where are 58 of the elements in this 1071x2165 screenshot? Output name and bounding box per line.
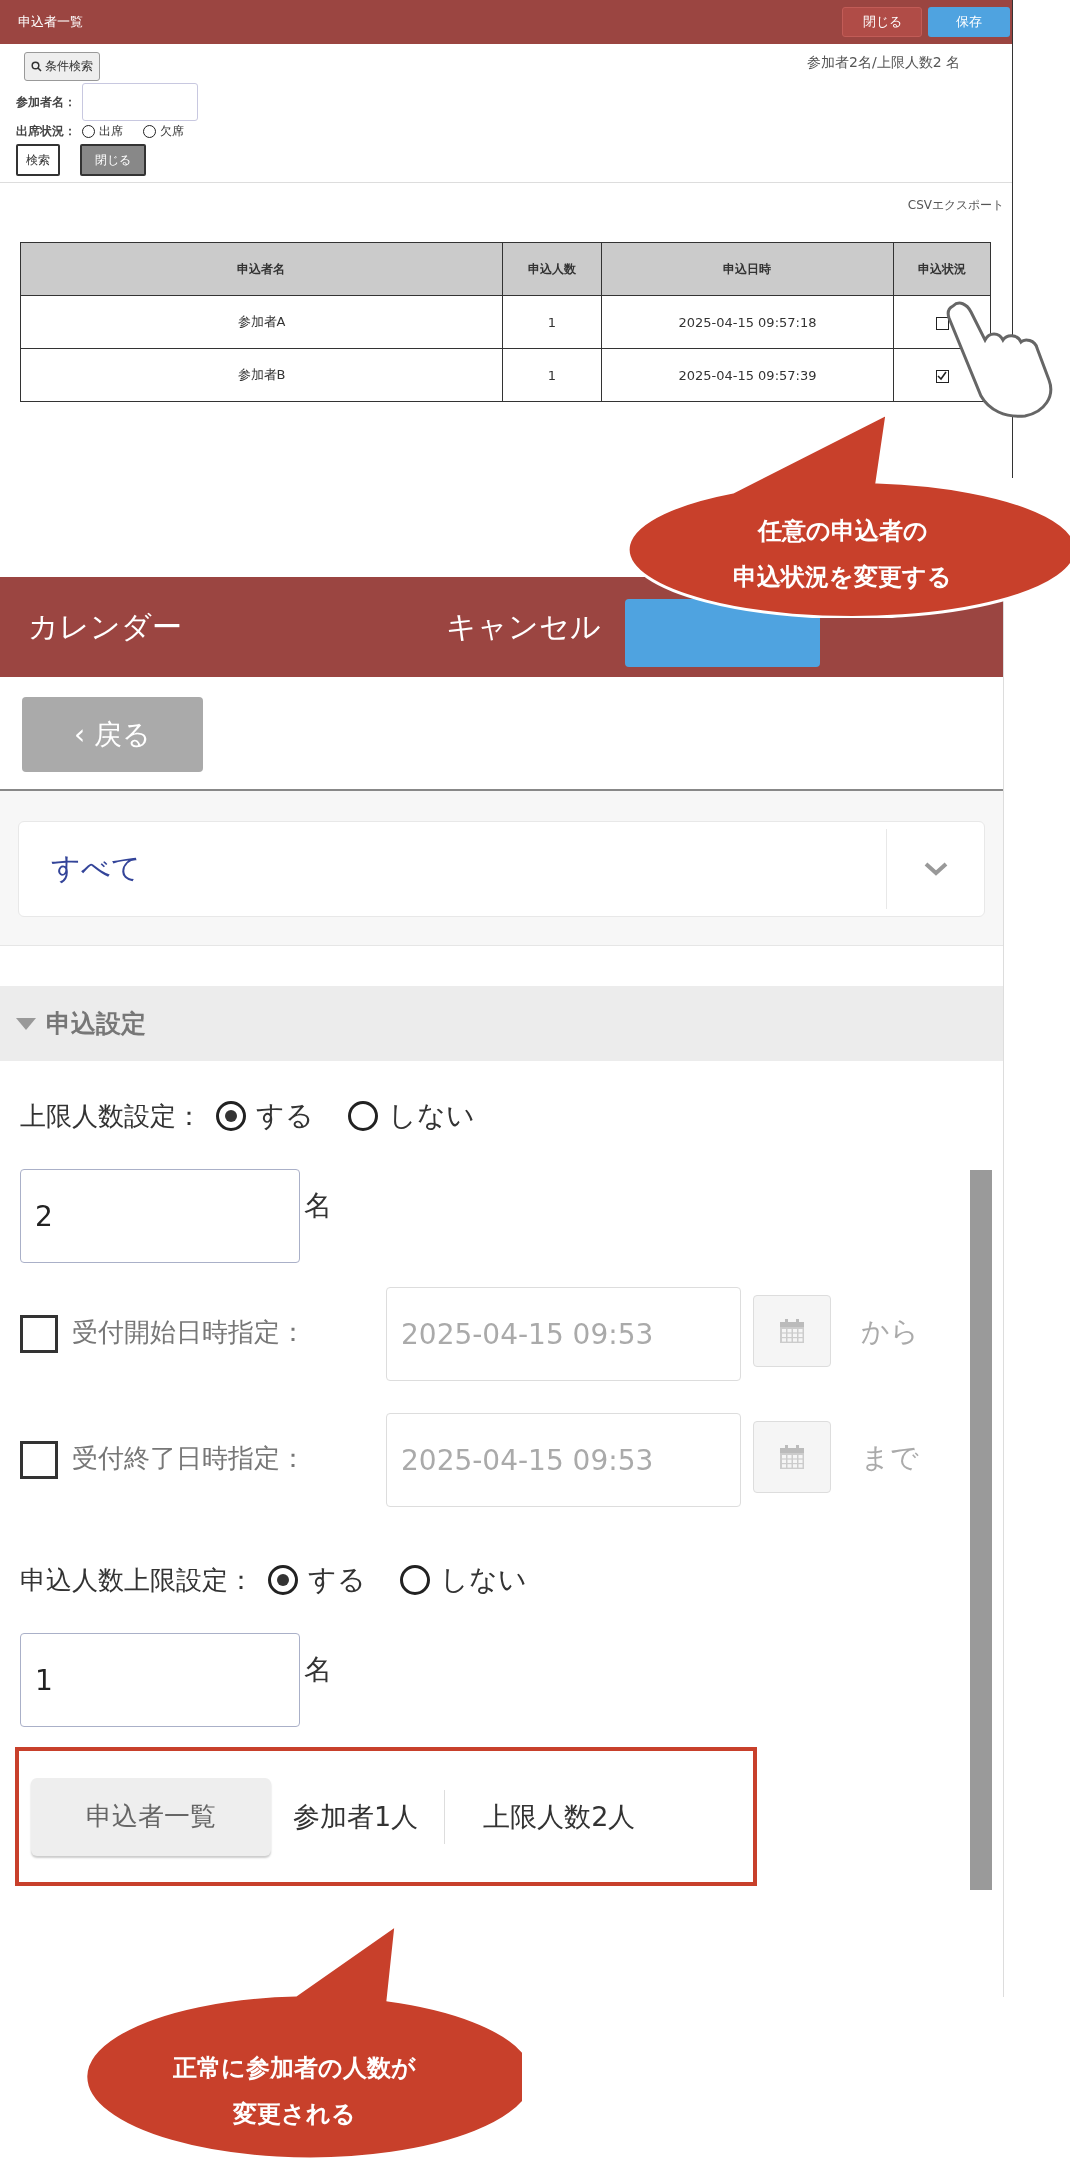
limit-count: 上限人数2人	[482, 1799, 636, 1834]
participant-summary: 参加者2名/上限人数2 名	[807, 54, 960, 72]
close-button[interactable]: 閉じる	[842, 7, 922, 37]
radio-label: 出席	[99, 123, 123, 140]
field-label: 上限人数設定：	[20, 1099, 202, 1133]
radio-button[interactable]	[348, 1101, 378, 1131]
table-cell: 1	[502, 348, 602, 402]
radio-button[interactable]	[268, 1565, 298, 1595]
filter-dropdown[interactable]: すべて	[18, 821, 985, 917]
radio-button[interactable]	[400, 1565, 430, 1595]
number-input-field[interactable]: 1	[20, 1633, 300, 1727]
callout-text: 任意の申込者の 申込状況を変更する	[732, 516, 953, 593]
field-label: 申込人数上限設定：	[20, 1563, 254, 1597]
unit-label: 名	[304, 1652, 332, 1688]
unit-label: 名	[304, 1188, 332, 1224]
checkbox[interactable]	[20, 1441, 58, 1479]
field-label: 出席状況：	[16, 123, 76, 140]
scrollbar[interactable]	[970, 1170, 992, 1890]
radio-button[interactable]	[216, 1101, 246, 1131]
checkbox[interactable]	[20, 1315, 58, 1353]
radio-label: する	[256, 1098, 314, 1134]
applicant-list-button[interactable]: 申込者一覧	[31, 1777, 271, 1856]
table-cell: 参加者A	[20, 295, 503, 349]
column-header: 申込人数	[502, 242, 602, 296]
column-header: 申込状況	[893, 242, 991, 296]
suffix-label: から	[861, 1314, 919, 1350]
window-title: 申込者一覧	[18, 13, 84, 31]
callout-text: 正常に参加者の人数が 変更される	[171, 2053, 417, 2130]
table-cell: 2025-04-15 09:57:18	[601, 295, 894, 349]
table-cell: 参加者B	[20, 348, 503, 402]
radio-label: しない	[388, 1098, 475, 1134]
name-input-field[interactable]	[82, 83, 198, 121]
column-header: 申込者名	[20, 242, 503, 296]
search-button[interactable]: 検索	[16, 144, 60, 176]
close-button[interactable]: 閉じる	[80, 144, 146, 176]
table-cell: 2025-04-15 09:57:39	[601, 348, 894, 402]
save-button[interactable]: 保存	[928, 7, 1010, 37]
column-header: 申込日時	[601, 242, 894, 296]
participant-count: 参加者1人	[271, 1789, 446, 1844]
search-toggle-button[interactable]: 条件検索	[24, 52, 100, 81]
chevron-down-icon	[923, 862, 948, 876]
section-header[interactable]: 申込設定	[0, 986, 1003, 1061]
calendar-icon	[779, 1444, 805, 1470]
radio-label: 欠席	[160, 123, 184, 140]
radio-label: する	[308, 1562, 366, 1598]
calendar-icon	[779, 1318, 805, 1344]
radio-label: しない	[440, 1562, 527, 1598]
field-label: 受付開始日時指定：	[72, 1316, 307, 1349]
checkbox[interactable]	[935, 369, 949, 383]
suffix-label: まで	[861, 1440, 919, 1476]
field-label: 受付終了日時指定：	[72, 1442, 307, 1475]
cancel-link[interactable]: キャンセル	[446, 606, 601, 648]
table-cell: 1	[502, 295, 602, 349]
csv-export-link[interactable]: CSVエクスポート	[907, 198, 1004, 212]
field-label: 参加者名：	[16, 93, 76, 111]
number-input-field[interactable]: 2	[20, 1169, 300, 1263]
page-title: カレンダー	[28, 607, 183, 646]
search-icon	[31, 61, 42, 72]
